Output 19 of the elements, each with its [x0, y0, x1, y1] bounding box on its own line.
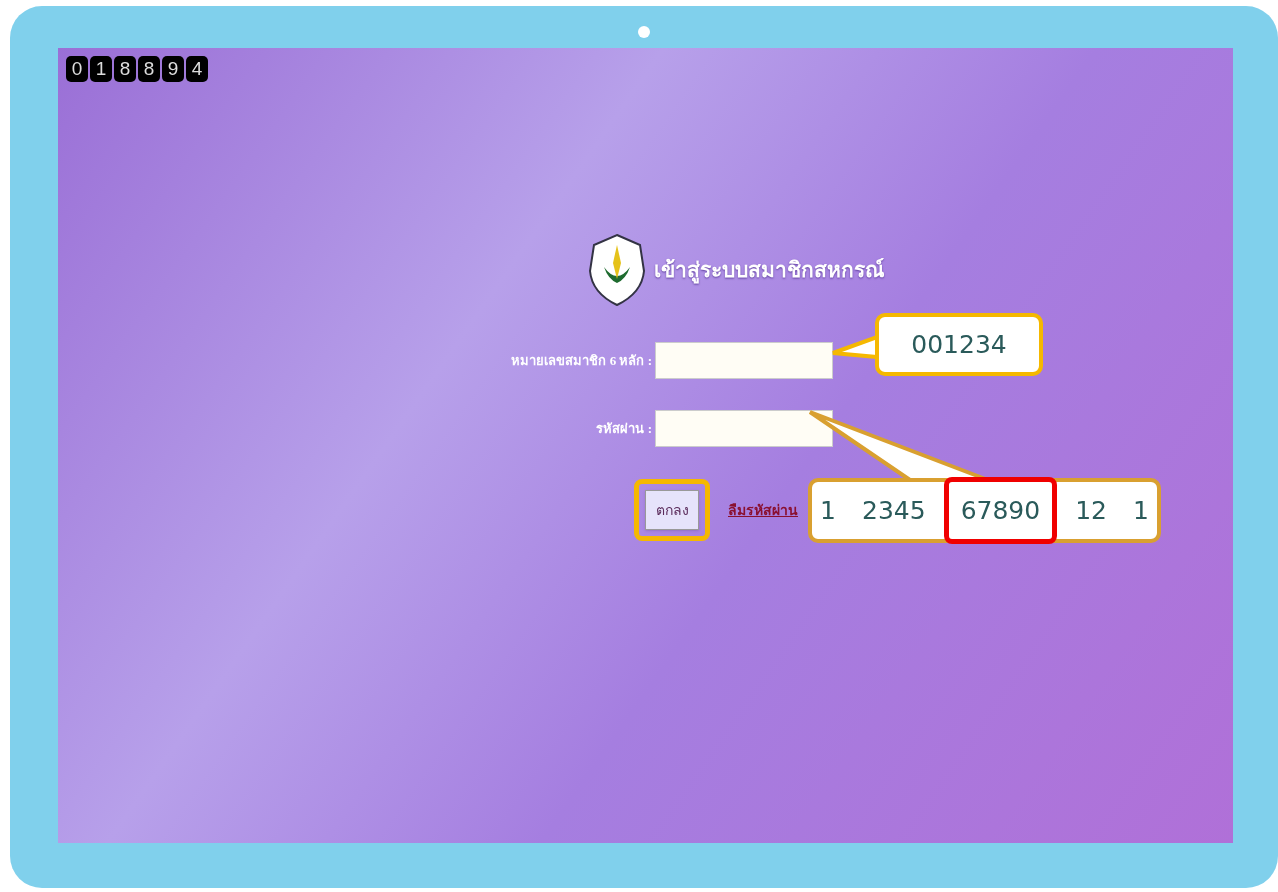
field-label: หมายเลขสมาชิก 6 หลัก : [510, 351, 653, 370]
callout-text: 1 [819, 494, 837, 527]
callout-text: 12 [1074, 494, 1108, 527]
field-label: รหัสผ่าน : [595, 419, 653, 438]
counter-digit: 9 [162, 56, 184, 82]
logo-icon [586, 233, 648, 307]
callout-text: 2345 [861, 494, 927, 527]
callout-text: 001234 [910, 328, 1008, 361]
input-field[interactable] [655, 410, 833, 447]
login-title: เข้าสู่ระบบสมาชิกสหกรณ์ [654, 257, 884, 286]
callout-text: 1 [1132, 494, 1150, 527]
submit-button[interactable]: ตกลง [645, 490, 699, 530]
counter-digit: 1 [90, 56, 112, 82]
counter-digit: 8 [114, 56, 136, 82]
counter-digit: 4 [186, 56, 208, 82]
counter-digit: 0 [66, 56, 88, 82]
input-field[interactable] [655, 342, 833, 379]
counter-digit: 8 [138, 56, 160, 82]
callout-text: 67890 [943, 476, 1058, 545]
